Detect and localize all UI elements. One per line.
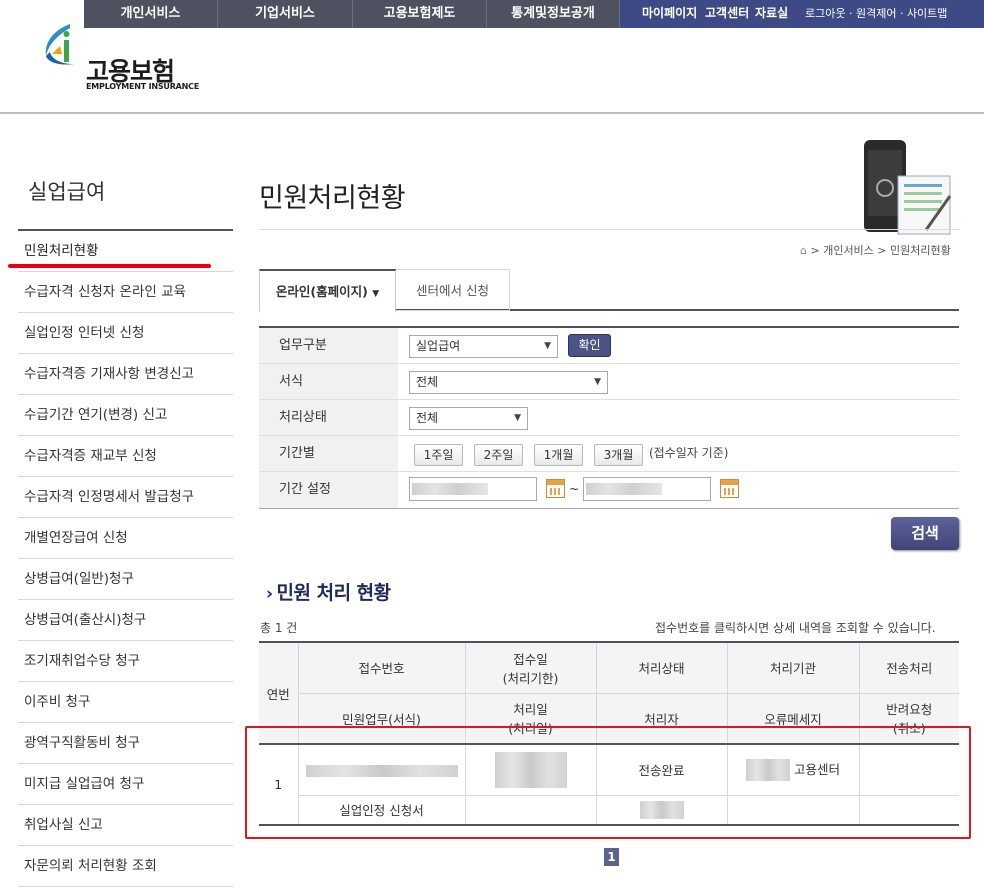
format-label: 서식 bbox=[259, 364, 398, 399]
home-icon[interactable]: ⌂ bbox=[800, 244, 807, 257]
sidebar-item-individual-extension[interactable]: 개별연장급여 신청 bbox=[18, 518, 233, 559]
chevron-down-icon: ▼ bbox=[514, 413, 521, 423]
gnb-mypage-link[interactable]: 마이페이지 bbox=[642, 0, 697, 28]
period-2weeks-button[interactable]: 2주일 bbox=[474, 444, 523, 466]
period-label: 기간별 bbox=[259, 436, 398, 471]
sidebar-item-early-reemployment[interactable]: 조기재취업수당 청구 bbox=[18, 641, 233, 682]
redacted-end-date bbox=[586, 483, 662, 495]
search-button[interactable]: 검색 bbox=[891, 517, 959, 550]
sidebar-item-relocation[interactable]: 이주비 청구 bbox=[18, 682, 233, 723]
results-section-title: › 민원 처리 현황 bbox=[266, 578, 391, 605]
form-row-work-type: 업무구분 실업급여 ▼ 확인 bbox=[259, 328, 959, 364]
date-range-separator: ~ bbox=[569, 482, 580, 496]
header-agency: 처리기관 bbox=[726, 642, 860, 694]
page-title: 민원처리현황 bbox=[259, 183, 406, 214]
form-row-period: 기간별 1주일 2주일 1개월 3개월 (접수일자 기준) bbox=[259, 436, 959, 472]
active-item-underline bbox=[8, 264, 211, 268]
chevron-down-icon: ▼ bbox=[594, 377, 601, 387]
chevron-right-icon: › bbox=[266, 584, 273, 604]
period-set-label: 기간 설정 bbox=[259, 472, 398, 508]
format-value: 전체 bbox=[416, 375, 439, 389]
sidebar-item-job-search-expense[interactable]: 광역구직활동비 청구 bbox=[18, 723, 233, 764]
header-receipt-deadline: (처리기한) bbox=[502, 670, 559, 686]
logo-english-text: EMPLOYMENT INSURANCE bbox=[86, 82, 200, 91]
tab-center[interactable]: 센터에서 신청 bbox=[396, 269, 510, 311]
period-3months-button[interactable]: 3개월 bbox=[594, 444, 643, 466]
calendar-icon[interactable] bbox=[720, 479, 739, 498]
application-tabs: 온라인(홈페이지) ▼ 센터에서 신청 bbox=[259, 269, 959, 313]
title-divider bbox=[259, 229, 959, 230]
sidebar-item-sickness-maternity[interactable]: 상병급여(출산시)청구 bbox=[18, 600, 233, 641]
sidebar-item-unpaid-benefit[interactable]: 미지급 실업급여 청구 bbox=[18, 764, 233, 805]
gnb-item-personal[interactable]: 개인서비스 bbox=[84, 0, 218, 28]
header-receipt-no: 접수번호 bbox=[297, 642, 466, 694]
confirm-button[interactable]: 확인 bbox=[568, 334, 611, 357]
start-date-input[interactable] bbox=[409, 477, 537, 501]
phone-document-illustration-icon bbox=[864, 140, 952, 235]
header-transfer: 전송처리 bbox=[858, 642, 959, 694]
work-type-label: 업무구분 bbox=[259, 328, 398, 363]
sidebar-title: 실업급여 bbox=[28, 180, 106, 204]
form-row-status: 처리상태 전체 ▼ bbox=[259, 400, 959, 436]
pagination-current-page[interactable]: 1 bbox=[604, 848, 619, 866]
search-form: 업무구분 실업급여 ▼ 확인 서식 전체 ▼ 처리상태 전체 ▼ 기간별 1주일… bbox=[259, 326, 959, 509]
sidebar-item-sickness-general[interactable]: 상병급여(일반)청구 bbox=[18, 559, 233, 600]
calendar-icon[interactable] bbox=[546, 479, 565, 498]
period-note: (접수일자 기준) bbox=[649, 446, 729, 460]
gnb-item-insurance-system[interactable]: 고용보험제도 bbox=[353, 0, 487, 28]
gnb-item-statistics[interactable]: 통계및정보공개 bbox=[487, 0, 620, 28]
gnb-item-corporate[interactable]: 기업서비스 bbox=[218, 0, 353, 28]
format-select[interactable]: 전체 ▼ bbox=[409, 371, 608, 394]
results-total-count: 총 1 건 bbox=[260, 621, 298, 635]
work-type-select[interactable]: 실업급여 ▼ bbox=[409, 335, 558, 358]
header-receipt-date-main: 접수일 bbox=[513, 651, 548, 667]
status-value: 전체 bbox=[416, 411, 439, 425]
gnb-customer-center-link[interactable]: 고객센터 bbox=[705, 0, 749, 28]
breadcrumb-path[interactable]: > 개인서비스 > 민원처리현황 bbox=[810, 244, 950, 257]
header-return-req-main: 반려요청 bbox=[886, 702, 933, 718]
sidebar-item-reissue[interactable]: 수급자격증 재교부 신청 bbox=[18, 436, 233, 477]
chevron-down-icon: ▼ bbox=[544, 341, 551, 351]
sidebar-item-statement-request[interactable]: 수급자격 인정명세서 발급청구 bbox=[18, 477, 233, 518]
period-1week-button[interactable]: 1주일 bbox=[414, 444, 463, 466]
sidebar-item-unemployment-certification[interactable]: 실업인정 인터넷 신청 bbox=[18, 313, 233, 354]
gnb-util-links[interactable]: 로그아웃 · 원격제어 · 사이트맵 bbox=[805, 0, 947, 28]
form-row-format: 서식 전체 ▼ bbox=[259, 364, 959, 400]
sidebar-item-online-education[interactable]: 수급자격 신청자 온라인 교육 bbox=[18, 272, 233, 313]
header-process-date-main: 처리일 bbox=[513, 702, 548, 718]
results-note: 접수번호를 클릭하시면 상세 내역을 조회할 수 있습니다. bbox=[655, 621, 936, 635]
chevron-down-icon: ▼ bbox=[372, 289, 380, 299]
top-navigation: 개인서비스 기업서비스 고용보험제도 통계및정보공개 마이페이지 고객센터 자료… bbox=[0, 0, 984, 28]
sidebar-menu: 민원처리현황 수급자격 신청자 온라인 교육 실업인정 인터넷 신청 수급자격증… bbox=[18, 229, 233, 887]
redacted-start-date bbox=[412, 483, 488, 495]
form-row-period-set: 기간 설정 ~ bbox=[259, 472, 959, 508]
highlight-annotation-box bbox=[245, 726, 971, 839]
gnb-archive-link[interactable]: 자료실 bbox=[755, 0, 788, 28]
header-status: 처리상태 bbox=[595, 642, 728, 694]
employment-insurance-logo-icon[interactable] bbox=[40, 20, 90, 68]
tab-online[interactable]: 온라인(홈페이지) ▼ bbox=[259, 269, 396, 313]
sidebar-item-period-extension[interactable]: 수급기간 연기(변경) 신고 bbox=[18, 395, 233, 436]
results-section-title-text: 민원 처리 현황 bbox=[276, 582, 392, 604]
work-type-value: 실업급여 bbox=[416, 339, 461, 353]
breadcrumb: ⌂ > 개인서비스 > 민원처리현황 bbox=[800, 242, 951, 258]
sidebar-item-entry-change-report[interactable]: 수급자격증 기재사항 변경신고 bbox=[18, 354, 233, 395]
sidebar-item-employment-report[interactable]: 취업사실 신고 bbox=[18, 805, 233, 846]
status-label: 처리상태 bbox=[259, 400, 398, 435]
tab-online-label: 온라인(홈페이지) bbox=[275, 284, 368, 299]
period-1month-button[interactable]: 1개월 bbox=[534, 444, 583, 466]
end-date-input[interactable] bbox=[583, 477, 711, 501]
sidebar-item-advisory-status[interactable]: 자문의뢰 처리현황 조회 bbox=[18, 846, 233, 887]
status-select[interactable]: 전체 ▼ bbox=[409, 407, 528, 430]
header-receipt-date: 접수일 (처리기한) bbox=[464, 642, 597, 694]
